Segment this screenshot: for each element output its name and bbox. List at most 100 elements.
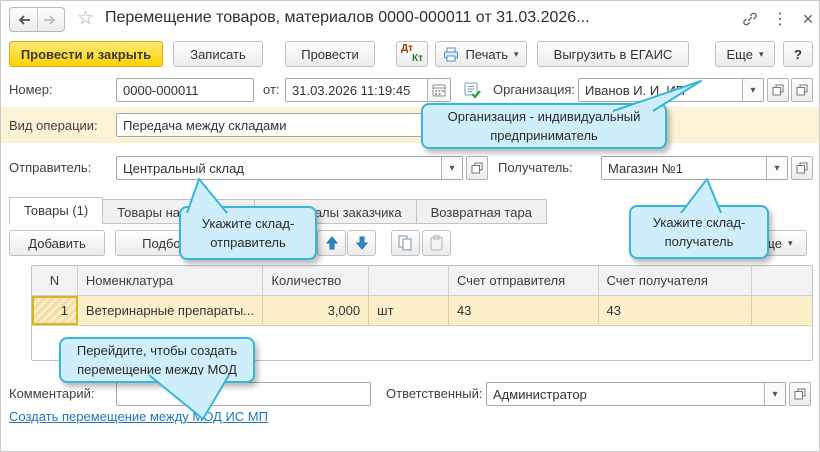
responsible-open-button[interactable] bbox=[789, 382, 811, 406]
open-form-icon bbox=[794, 388, 806, 400]
receiver-open-button[interactable] bbox=[791, 156, 813, 180]
organization-dropdown-icon[interactable]: ▾ bbox=[742, 79, 763, 101]
tooltip-sender-tail bbox=[183, 177, 243, 215]
col-unit[interactable] bbox=[369, 266, 449, 295]
more-button[interactable]: Еще ▾ bbox=[715, 41, 775, 67]
sender-label: Отправитель: bbox=[9, 160, 91, 175]
sender-combo[interactable]: Центральный склад ▾ bbox=[116, 156, 463, 180]
related-documents-button[interactable] bbox=[463, 81, 481, 104]
related-documents-icon bbox=[463, 81, 481, 99]
date-input[interactable]: 31.03.2026 11:19:45 bbox=[285, 78, 451, 102]
tab-returnable-packaging[interactable]: Возвратная тара bbox=[417, 199, 547, 224]
table-header-row: N Номенклатура Количество Счет отправите… bbox=[32, 266, 812, 296]
get-link-icon[interactable] bbox=[739, 8, 761, 30]
col-extra bbox=[752, 266, 812, 295]
items-more-dropdown-icon: ▾ bbox=[788, 238, 793, 249]
responsible-label: Ответственный: bbox=[386, 386, 482, 401]
col-account-sender[interactable]: Счет отправителя bbox=[449, 266, 599, 295]
document-window: ☆ Перемещение товаров, материалов 0000-0… bbox=[0, 0, 820, 452]
date-value: 31.03.2026 11:19:45 bbox=[286, 83, 427, 98]
comment-label: Комментарий: bbox=[9, 386, 95, 401]
print-button[interactable]: Печать ▾ bbox=[435, 41, 527, 67]
cell-account-receiver[interactable]: 43 bbox=[599, 296, 753, 325]
tooltip-mod-link-tail bbox=[141, 375, 241, 421]
table-row[interactable]: 1 Ветеринарные препараты... 3,000 шт 43 … bbox=[32, 296, 812, 326]
arrow-down-icon bbox=[356, 236, 368, 250]
cell-row-number[interactable]: 1 bbox=[32, 296, 78, 325]
post-and-close-label: Провести и закрыть bbox=[21, 47, 151, 62]
copy-icon bbox=[398, 235, 413, 251]
operation-kind-combo[interactable]: Передача между складами ▾ bbox=[116, 113, 456, 137]
back-arrow-icon bbox=[16, 14, 31, 26]
print-dropdown-icon: ▾ bbox=[514, 49, 519, 60]
upload-egais-label: Выгрузить в ЕГАИС bbox=[554, 47, 673, 62]
write-button[interactable]: Записать bbox=[173, 41, 263, 67]
post-button[interactable]: Провести bbox=[285, 41, 375, 67]
favorite-star-icon[interactable]: ☆ bbox=[77, 7, 94, 30]
col-nomenclature[interactable]: Номенклатура bbox=[78, 266, 263, 295]
tooltip-organization-tail bbox=[609, 75, 709, 115]
calendar-icon bbox=[432, 83, 446, 97]
write-label: Записать bbox=[190, 47, 246, 62]
responsible-value: Администратор bbox=[487, 387, 764, 402]
add-row-label: Добавить bbox=[28, 236, 85, 251]
chain-link-icon bbox=[742, 11, 758, 27]
cell-unit[interactable]: шт bbox=[369, 296, 449, 325]
number-input[interactable]: 0000-000011 bbox=[116, 78, 254, 102]
tooltip-sender-line2: отправитель bbox=[181, 233, 315, 252]
help-button[interactable]: ? bbox=[783, 41, 813, 67]
more-label: Еще bbox=[727, 47, 753, 62]
open-form-icon bbox=[796, 84, 808, 96]
kt-label: Кт bbox=[401, 54, 423, 64]
cell-nomenclature[interactable]: Ветеринарные препараты... bbox=[78, 296, 263, 325]
tab-goods[interactable]: Товары (1) bbox=[9, 197, 103, 224]
cell-extra bbox=[752, 296, 812, 325]
col-n[interactable]: N bbox=[32, 266, 78, 295]
responsible-combo[interactable]: Администратор ▾ bbox=[486, 382, 786, 406]
dtkt-button[interactable]: Дт Кт bbox=[396, 41, 428, 67]
tooltip-mod-link-line1: Перейдите, чтобы создать bbox=[61, 341, 253, 360]
paste-button[interactable] bbox=[422, 230, 451, 256]
post-label: Провести bbox=[301, 47, 359, 62]
tooltip-sender-line1: Укажите склад- bbox=[181, 214, 315, 233]
window-menu-icon[interactable]: ⋮ bbox=[769, 8, 791, 30]
sender-value: Центральный склад bbox=[117, 161, 441, 176]
tooltip-receiver-tail bbox=[665, 177, 729, 215]
cell-quantity[interactable]: 3,000 bbox=[263, 296, 369, 325]
calendar-button[interactable] bbox=[427, 79, 450, 101]
number-value: 0000-000011 bbox=[117, 83, 253, 98]
receiver-label: Получатель: bbox=[498, 160, 573, 175]
print-label: Печать bbox=[465, 47, 508, 62]
sender-open-button[interactable] bbox=[466, 156, 488, 180]
help-label: ? bbox=[794, 47, 802, 62]
organization-label: Организация: bbox=[493, 82, 575, 97]
more-dropdown-icon: ▾ bbox=[759, 49, 764, 60]
post-and-close-button[interactable]: Провести и закрыть bbox=[9, 41, 163, 67]
arrow-up-icon bbox=[326, 236, 338, 250]
window-title: Перемещение товаров, материалов 0000-000… bbox=[105, 9, 739, 27]
close-icon[interactable]: × bbox=[797, 8, 819, 30]
sender-dropdown-icon[interactable]: ▾ bbox=[441, 157, 462, 179]
forward-button[interactable] bbox=[38, 8, 65, 31]
col-account-receiver[interactable]: Счет получателя bbox=[599, 266, 753, 295]
receiver-value: Магазин №1 bbox=[602, 161, 766, 176]
col-quantity[interactable]: Количество bbox=[263, 266, 369, 295]
copy-button[interactable] bbox=[391, 230, 420, 256]
add-row-button[interactable]: Добавить bbox=[9, 230, 105, 256]
cell-account-sender[interactable]: 43 bbox=[449, 296, 599, 325]
organization-open-button-2[interactable] bbox=[791, 78, 813, 102]
open-form-icon bbox=[471, 162, 483, 174]
back-button[interactable] bbox=[10, 8, 38, 31]
move-up-button[interactable] bbox=[317, 230, 346, 256]
responsible-dropdown-icon[interactable]: ▾ bbox=[764, 383, 785, 405]
upload-egais-button[interactable]: Выгрузить в ЕГАИС bbox=[537, 41, 689, 67]
dtkt-icon: Дт Кт bbox=[397, 44, 427, 64]
tooltip-receiver-line1: Укажите склад- bbox=[631, 213, 767, 232]
open-form-icon bbox=[796, 162, 808, 174]
receiver-dropdown-icon[interactable]: ▾ bbox=[766, 157, 787, 179]
move-down-button[interactable] bbox=[347, 230, 376, 256]
tooltip-organization-line2: предприниматель bbox=[423, 126, 665, 145]
organization-open-button[interactable] bbox=[767, 78, 789, 102]
open-form-icon bbox=[772, 84, 784, 96]
printer-icon bbox=[443, 47, 459, 62]
